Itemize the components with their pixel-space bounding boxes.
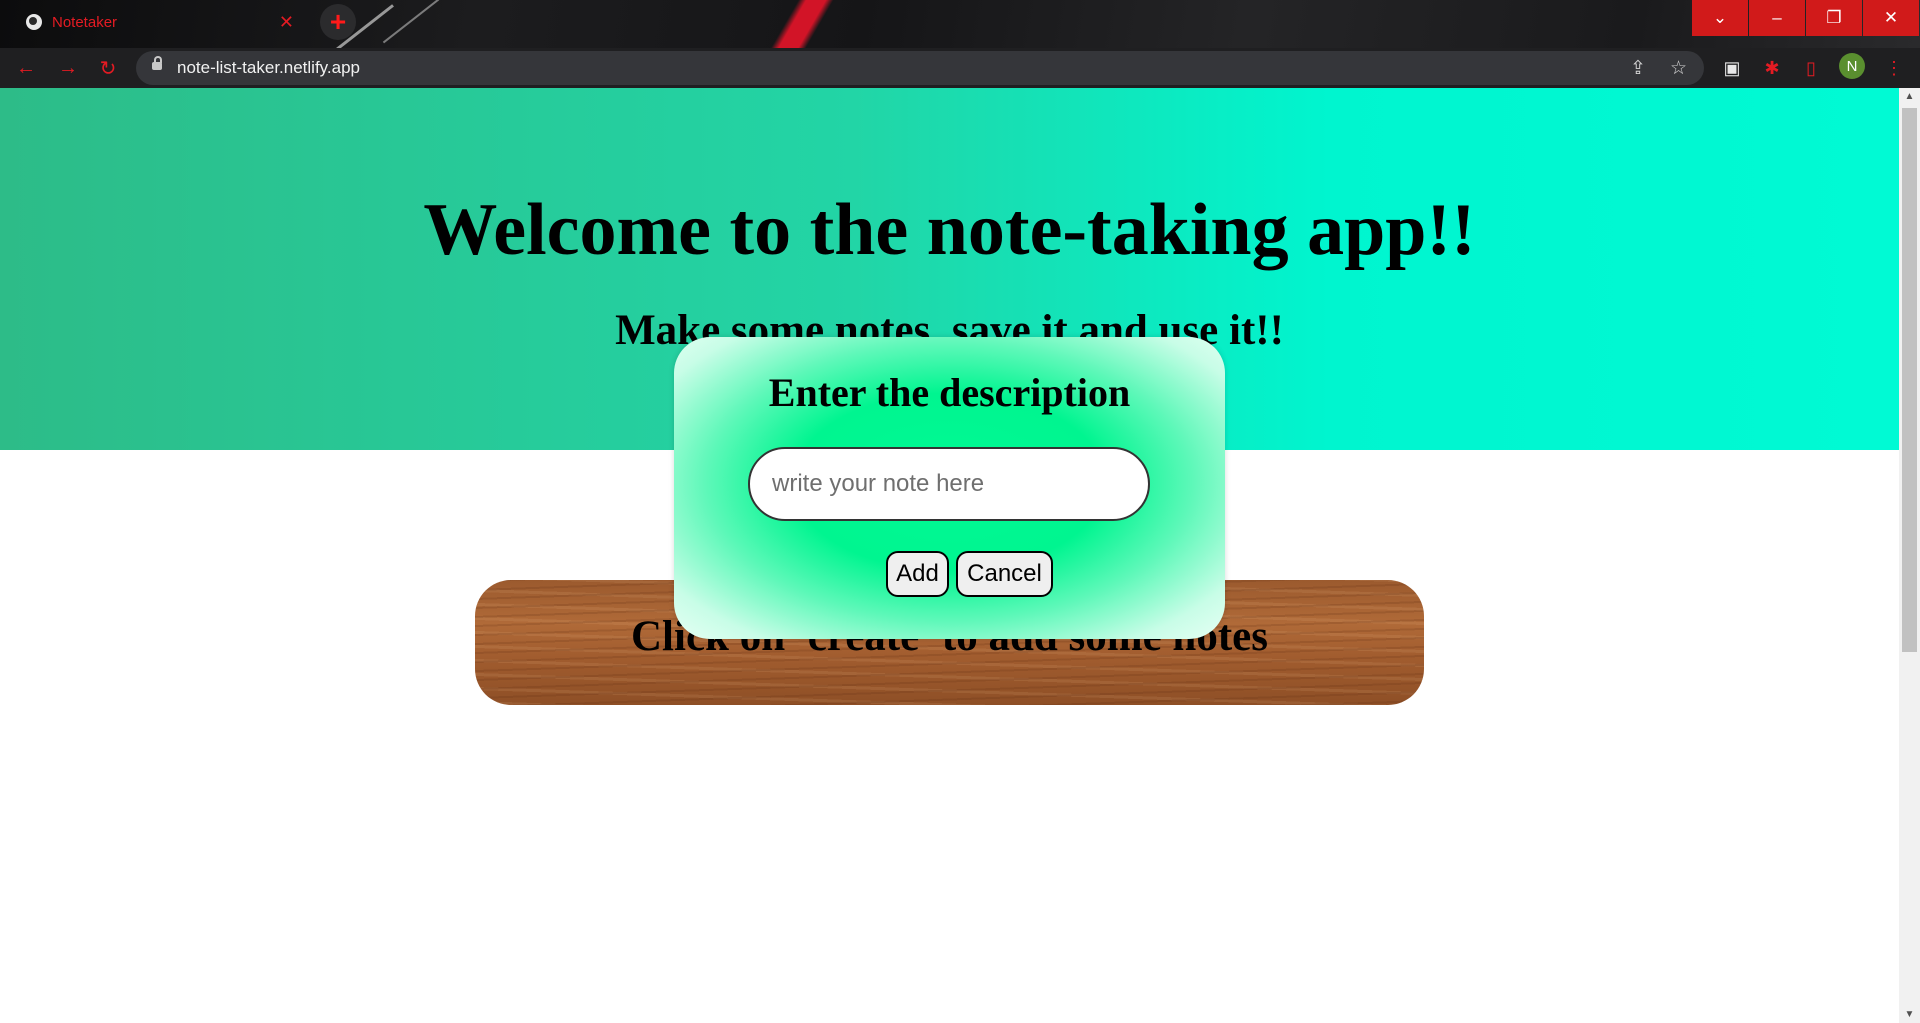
profile-avatar[interactable]: N <box>1839 53 1865 79</box>
minimize-button[interactable]: – <box>1749 0 1805 36</box>
address-bar[interactable]: note-list-taker.netlify.app ⇪ ☆ <box>136 51 1704 85</box>
page-title: Welcome to the note-taking app!! <box>423 189 1476 271</box>
globe-icon <box>26 14 42 30</box>
modal-title: Enter the description <box>768 370 1131 415</box>
close-tab-icon[interactable]: ✕ <box>279 13 294 31</box>
scroll-down-arrow-icon[interactable]: ▼ <box>1899 1006 1920 1023</box>
menu-icon[interactable]: ⋮ <box>1882 56 1906 80</box>
add-note-modal: Enter the description Add Cancel <box>674 337 1225 639</box>
tab-title: Notetaker <box>52 13 118 31</box>
tab-search-button[interactable]: ⌄ <box>1692 0 1748 36</box>
close-window-button[interactable]: ✕ <box>1863 0 1919 36</box>
browser-tab[interactable]: Notetaker ✕ <box>10 4 310 40</box>
media-icon[interactable]: ▣ <box>1720 56 1744 80</box>
scroll-up-arrow-icon[interactable]: ▲ <box>1899 88 1920 105</box>
cancel-button[interactable]: Cancel <box>956 551 1053 597</box>
url-text[interactable]: note-list-taker.netlify.app <box>177 58 360 78</box>
browser-titlebar: Notetaker ✕ + ⌄ – ❐ ✕ <box>0 0 1920 48</box>
add-button[interactable]: Add <box>886 551 949 597</box>
scrollbar-thumb[interactable] <box>1902 108 1917 652</box>
reload-icon[interactable]: ↻ <box>96 56 120 80</box>
lock-icon[interactable] <box>152 56 162 70</box>
browser-toolbar: ← → ↻ note-list-taker.netlify.app ⇪ ☆ ▣ … <box>0 48 1920 88</box>
bookmark-star-icon[interactable]: ☆ <box>1670 57 1687 80</box>
side-panel-icon[interactable]: ▯ <box>1799 56 1823 80</box>
extensions-icon[interactable]: ✱ <box>1760 56 1784 80</box>
back-icon[interactable]: ← <box>14 56 38 80</box>
new-tab-button[interactable]: + <box>320 4 356 40</box>
restore-button[interactable]: ❐ <box>1806 0 1862 36</box>
page-scrollbar[interactable]: ▲ ▼ <box>1899 88 1920 1023</box>
share-icon[interactable]: ⇪ <box>1630 57 1646 80</box>
note-description-input[interactable] <box>748 447 1150 521</box>
forward-icon[interactable]: → <box>56 56 80 80</box>
page-viewport: Welcome to the note-taking app!! Make so… <box>0 88 1899 1023</box>
